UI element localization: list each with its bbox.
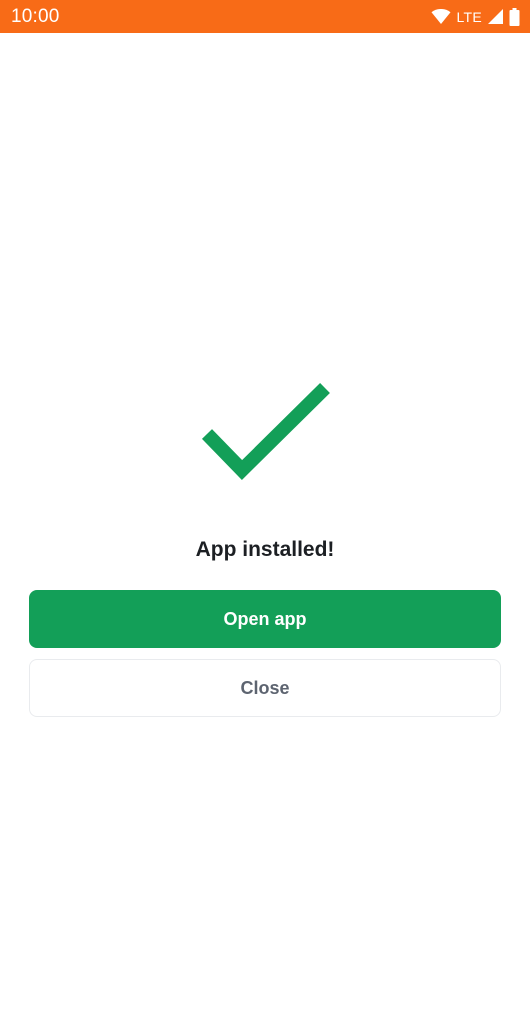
install-complete-screen: 10:00 LTE App installed! Open app Close — [0, 0, 530, 1024]
close-button-label: Close — [240, 677, 290, 698]
checkmark-icon — [198, 378, 334, 482]
battery-icon — [509, 7, 520, 26]
cell-signal-icon — [487, 8, 504, 25]
status-bar: 10:00 LTE — [0, 0, 530, 33]
status-icons: LTE — [431, 7, 520, 26]
page-title: App installed! — [195, 538, 335, 561]
status-time: 10:00 — [11, 5, 60, 27]
network-type: LTE — [456, 8, 482, 25]
open-app-button[interactable]: Open app — [29, 590, 501, 648]
wifi-icon — [431, 8, 451, 25]
open-app-button-label: Open app — [223, 608, 307, 629]
close-button[interactable]: Close — [29, 659, 501, 717]
